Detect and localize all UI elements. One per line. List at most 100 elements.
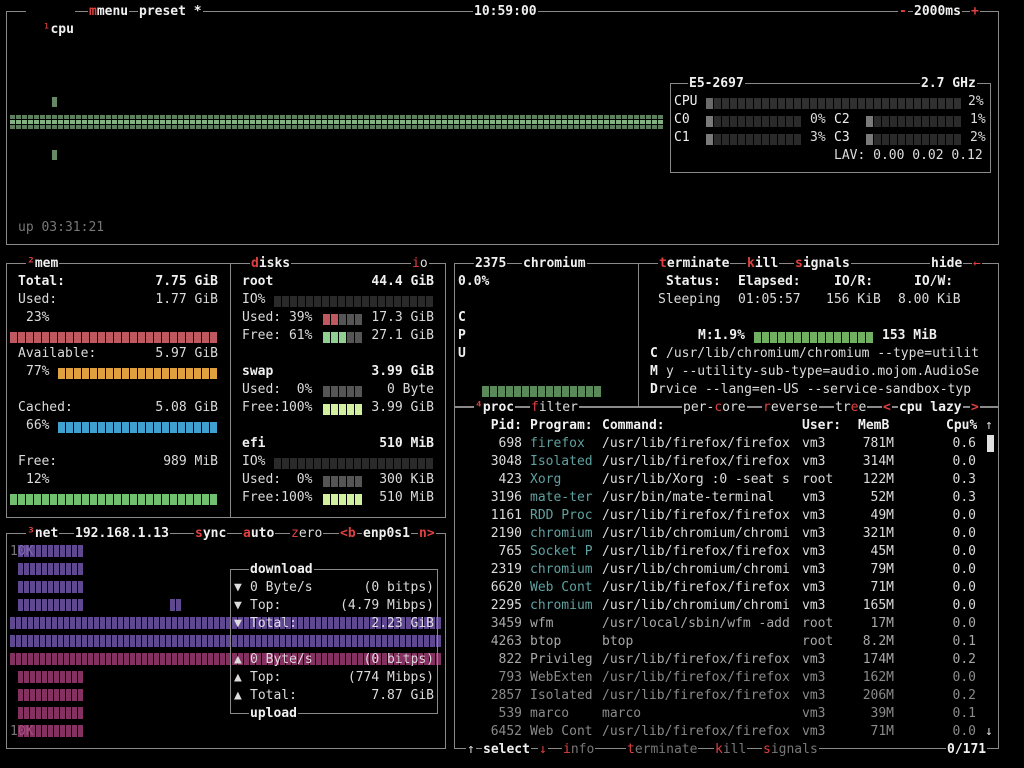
detail-ior-label: IO/R: [834,274,874,289]
meter-segment [562,386,569,397]
footer-kill-button[interactable]: kill [714,741,748,759]
scroll-down-icon[interactable]: ↓ [985,723,993,741]
footer-down-arrow-icon[interactable]: ↓ [538,741,548,759]
scrollbar-thumb[interactable] [987,435,994,452]
net-graph-cell [154,635,159,647]
user-cell: vm3 [802,670,826,685]
net-graph-cell [18,689,23,701]
cpu-cell: 0.0 [952,544,976,559]
net-graph-cell [196,635,201,647]
net-graph-cell [172,653,177,665]
table-row[interactable]: 4263 btop btop root 8.2M 0.1 [460,633,1000,651]
meter-segment [866,332,873,343]
net-graph-cell [52,635,57,647]
table-row[interactable]: 539 marco marco vm3 39M 0.1 [460,705,1000,723]
table-row[interactable]: 698 firefox/usr/lib/firefox/firefox vm3 781… [460,435,1000,453]
terminate-button[interactable]: terminate [658,255,731,273]
table-row[interactable]: 3196 mate-ter/usr/bin/mate-terminal vm3 52M… [460,489,1000,507]
net-graph-cell [10,653,15,665]
net-graph-cell [100,617,105,629]
net-graph-cell [24,581,29,593]
table-row[interactable]: 3048 Isolated/usr/lib/firefox/firefox vm3 3… [460,453,1000,471]
detail-name: chromium [522,255,587,273]
command-cell: /usr/lib/chromium/chromi [602,598,790,613]
meter-segment [754,332,761,343]
header-user[interactable]: User: [802,417,841,435]
pid-cell: 3459 [490,616,522,631]
net-graph-cell [42,563,47,575]
header-program[interactable]: Program: [530,417,593,435]
user-cell: vm3 [802,598,826,613]
table-row[interactable]: 2857 Isolated/usr/lib/firefox/firefox vm3 2… [460,687,1000,705]
net-graph-cell [42,725,47,737]
meter-segment [762,332,769,343]
memb-cell: 17M [870,616,894,631]
pid-cell: 3048 [490,454,522,469]
footer-info-button[interactable]: info [562,741,596,759]
program-cell: Web Cont [530,724,593,739]
memb-cell: 174M [862,652,894,667]
table-row[interactable]: 3459 wfm/usr/local/sbin/wfm -add root 17M 0.… [460,615,1000,633]
footer-up-arrow-icon[interactable]: ↑ [466,741,476,759]
footer-terminate-button[interactable]: terminate [626,741,699,759]
net-graph-cell [42,671,47,683]
sort-next-button[interactable]: > [970,399,980,417]
proc-filter-button[interactable]: filter [530,399,579,417]
footer-signals-button[interactable]: signals [762,741,819,759]
net-graph-cell [88,617,93,629]
tree-toggle[interactable]: tree [834,399,868,417]
footer-select[interactable]: select [482,741,531,759]
signals-button[interactable]: signals [794,255,851,273]
net-graph-cell [52,617,57,629]
header-cpu[interactable]: Cpu% [946,417,977,435]
table-row[interactable]: 1161 RDD Proc/usr/lib/firefox/firefox vm3 4… [460,507,1000,525]
pid-cell: 822 [498,652,522,667]
net-graph-cell [172,617,177,629]
per-core-toggle[interactable]: per-core [682,399,747,417]
net-graph-cell [30,563,35,575]
net-graph-cell [36,689,41,701]
net-graph-cell [52,653,57,665]
table-row[interactable]: 423 Xorg/usr/lib/Xorg :0 -seat s root 122M 0… [460,471,1000,489]
net-graph-cell [30,671,35,683]
sort-column[interactable]: cpu lazy [898,399,963,417]
reverse-toggle[interactable]: reverse [762,399,819,417]
header-command[interactable]: Command: [602,417,665,435]
net-graph-cell [66,707,71,719]
table-row[interactable]: 2190 chromium/usr/lib/chromium/chromi vm3 3… [460,525,1000,543]
net-graph-cell [208,653,213,665]
net-graph-cell [36,707,41,719]
table-row[interactable]: 6620 Web Cont/usr/lib/firefox/firefox vm3 7… [460,579,1000,597]
proc-header-row: Pid: Program: Command: User: MemB Cpu% [460,417,1000,435]
cpu-cell: 0.2 [952,688,976,703]
net-graph-cell [28,635,33,647]
download-total-value: 2.23 GiB [371,616,434,631]
net-graph-cell [72,689,77,701]
net-graph-cell [36,545,41,557]
cpu-cell: 0.1 [952,634,976,649]
pid-cell: 6452 [490,724,522,739]
proc-box-title[interactable]: ⁴proc [474,399,516,417]
kill-button[interactable]: kill [746,255,780,273]
table-row[interactable]: 793 WebExten/usr/lib/firefox/firefox vm3 16… [460,669,1000,687]
net-graph-cell [78,671,83,683]
net-graph-cell [60,725,65,737]
hide-detail-button[interactable]: hide [930,255,964,273]
sort-prev-button[interactable]: < [882,399,892,417]
upload-total-arrow-icon: ▲ [234,688,242,703]
header-memb[interactable]: MemB [858,417,889,435]
memb-cell: 39M [870,706,894,721]
detail-cmd-label-m: M [650,364,658,379]
table-row[interactable]: 2319 chromium/usr/lib/chromium/chromi vm3 7… [460,561,1000,579]
table-row[interactable]: 822 Privileg/usr/lib/firefox/firefox vm3 17… [460,651,1000,669]
pid-cell: 2295 [490,598,522,613]
net-graph-cell [36,563,41,575]
net-graph-cell [70,653,75,665]
user-cell: vm3 [802,562,826,577]
table-row[interactable]: 6452 Web Cont/usr/lib/firefox/firefox vm3 7… [460,723,1000,741]
header-pid[interactable]: Pid: [468,417,522,435]
scroll-up-icon[interactable]: ↑ [985,417,993,435]
table-row[interactable]: 765 Socket P/usr/lib/firefox/firefox vm3 45… [460,543,1000,561]
table-row[interactable]: 2295 chromium/usr/lib/chromium/chromi vm3 1… [460,597,1000,615]
net-graph-cell [36,725,41,737]
